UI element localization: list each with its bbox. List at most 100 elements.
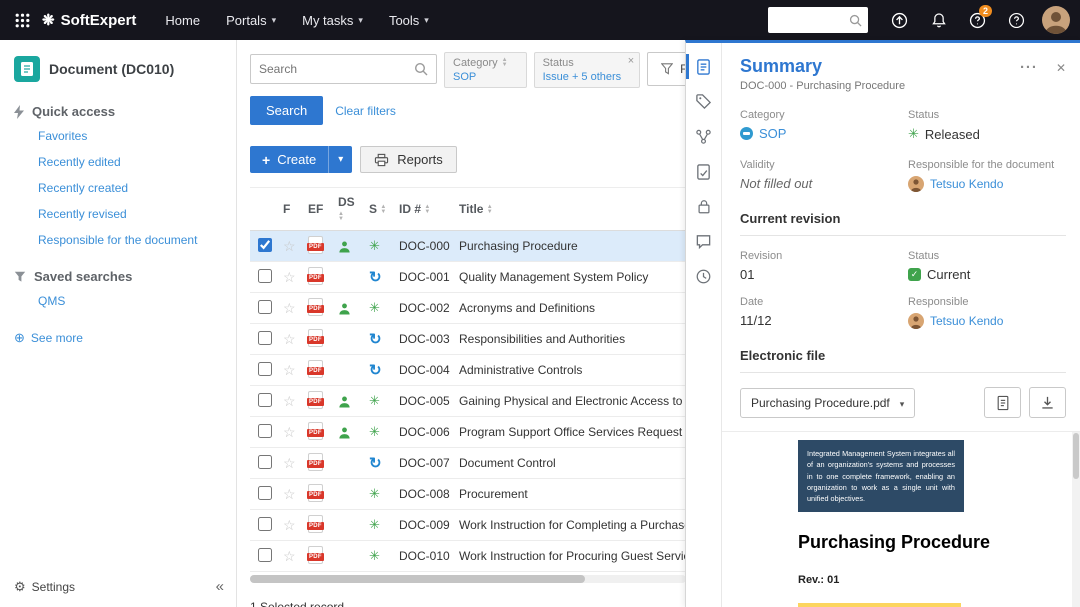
- help-icon[interactable]: [997, 0, 1036, 40]
- apps-grid-icon[interactable]: [6, 0, 38, 40]
- pdf-file-icon[interactable]: [308, 546, 323, 564]
- pdf-file-icon[interactable]: [308, 515, 323, 533]
- favorite-star-icon[interactable]: ☆: [283, 455, 296, 471]
- favorite-star-icon[interactable]: ☆: [283, 486, 296, 502]
- tab-workflow-icon[interactable]: [686, 119, 721, 154]
- global-search-input[interactable]: [774, 13, 849, 27]
- scrollbar-thumb[interactable]: [250, 575, 585, 583]
- favorite-star-icon[interactable]: ☆: [283, 300, 296, 316]
- table-row[interactable]: ☆ ↻ DOC-001 Quality Management System Po…: [250, 262, 685, 293]
- table-row[interactable]: ☆ ✳ DOC-006 Program Support Office Servi…: [250, 417, 685, 448]
- category-value-link[interactable]: SOP: [759, 126, 786, 141]
- nav-my-tasks[interactable]: My tasks: [289, 0, 376, 40]
- settings-button[interactable]: Settings: [14, 579, 75, 595]
- create-dropdown-caret[interactable]: [328, 146, 352, 173]
- favorite-star-icon[interactable]: ☆: [283, 238, 296, 254]
- sidebar-item-responsible[interactable]: Responsible for the document: [38, 233, 236, 247]
- tab-security-icon[interactable]: [686, 189, 721, 224]
- responsible-name-link[interactable]: Tetsuo Kendo: [930, 314, 1003, 328]
- tab-comments-icon[interactable]: [686, 224, 721, 259]
- sidebar-item-qms[interactable]: QMS: [38, 294, 236, 308]
- row-checkbox[interactable]: [258, 424, 272, 438]
- row-checkbox[interactable]: [258, 269, 272, 283]
- row-title[interactable]: Procurement: [456, 479, 685, 510]
- table-row[interactable]: ☆ ✳ DOC-008 Procurement: [250, 479, 685, 510]
- header-status[interactable]: S: [366, 188, 396, 231]
- horizontal-scrollbar[interactable]: [250, 575, 685, 583]
- preview-scrollbar-thumb[interactable]: [1073, 433, 1079, 479]
- favorite-star-icon[interactable]: ☆: [283, 331, 296, 347]
- row-checkbox[interactable]: [258, 331, 272, 345]
- row-title[interactable]: Quality Management System Policy: [456, 262, 685, 293]
- row-checkbox[interactable]: [258, 486, 272, 500]
- favorite-star-icon[interactable]: ☆: [283, 548, 296, 564]
- download-file-button[interactable]: [1029, 387, 1066, 418]
- file-select-dropdown[interactable]: Purchasing Procedure.pdf: [740, 388, 915, 418]
- table-row[interactable]: ☆ ✳ DOC-005 Gaining Physical and Electro…: [250, 386, 685, 417]
- more-options-icon[interactable]: [1020, 59, 1038, 77]
- pdf-file-icon[interactable]: [308, 298, 323, 316]
- row-checkbox[interactable]: [258, 548, 272, 562]
- table-row[interactable]: ☆ ✳ DOC-009 Work Instruction for Complet…: [250, 510, 685, 541]
- row-title[interactable]: Program Support Office Services Request …: [456, 417, 685, 448]
- header-id[interactable]: ID #: [396, 188, 456, 231]
- responsible-name-link[interactable]: Tetsuo Kendo: [930, 177, 1003, 191]
- header-favorite[interactable]: F: [280, 188, 305, 231]
- table-row[interactable]: ☆ ↻ DOC-004 Administrative Controls: [250, 355, 685, 386]
- collapse-sidebar-icon[interactable]: [216, 578, 224, 596]
- filter-chip-status[interactable]: Status Issue + 5 others: [534, 52, 641, 88]
- search-button[interactable]: Search: [250, 96, 323, 125]
- row-title[interactable]: Work Instruction for Completing a Purcha…: [456, 510, 685, 541]
- header-title[interactable]: Title: [456, 188, 685, 231]
- sidebar-item-recently-revised[interactable]: Recently revised: [38, 207, 236, 221]
- table-row[interactable]: ☆ ✳ DOC-002 Acronyms and Definitions: [250, 293, 685, 324]
- preview-scrollbar[interactable]: [1072, 432, 1080, 607]
- favorite-star-icon[interactable]: ☆: [283, 424, 296, 440]
- assistant-icon[interactable]: 2: [958, 0, 997, 40]
- see-more-link[interactable]: See more: [14, 330, 236, 346]
- row-checkbox[interactable]: [258, 300, 272, 314]
- pdf-file-icon[interactable]: [308, 360, 323, 378]
- favorite-star-icon[interactable]: ☆: [283, 517, 296, 533]
- row-title[interactable]: Purchasing Procedure: [456, 231, 685, 262]
- row-title[interactable]: Administrative Controls: [456, 355, 685, 386]
- nav-tools[interactable]: Tools: [376, 0, 442, 40]
- row-checkbox[interactable]: [258, 517, 272, 531]
- header-digital-signature[interactable]: DS: [335, 188, 366, 231]
- header-electronic-file[interactable]: EF: [305, 188, 335, 231]
- close-panel-icon[interactable]: [1056, 59, 1066, 77]
- remove-filter-icon[interactable]: [628, 55, 634, 67]
- table-row[interactable]: ☆ ↻ DOC-003 Responsibilities and Authori…: [250, 324, 685, 355]
- row-checkbox[interactable]: [258, 455, 272, 469]
- clear-filters-link[interactable]: Clear filters: [335, 104, 396, 118]
- row-title[interactable]: Document Control: [456, 448, 685, 479]
- pdf-file-icon[interactable]: [308, 422, 323, 440]
- tab-revision-icon[interactable]: [686, 154, 721, 189]
- pdf-file-icon[interactable]: [308, 484, 323, 502]
- row-title[interactable]: Acronyms and Definitions: [456, 293, 685, 324]
- sidebar-item-recently-created[interactable]: Recently created: [38, 181, 236, 195]
- row-title[interactable]: Gaining Physical and Electronic Access t…: [456, 386, 685, 417]
- reports-button[interactable]: Reports: [360, 146, 457, 173]
- row-title[interactable]: Responsibilities and Authorities: [456, 324, 685, 355]
- nav-home[interactable]: Home: [152, 0, 213, 40]
- row-checkbox[interactable]: [258, 362, 272, 376]
- row-checkbox[interactable]: [258, 238, 272, 252]
- tab-summary-icon[interactable]: [686, 49, 721, 84]
- filter-chip-category[interactable]: Category SOP: [444, 52, 527, 88]
- view-file-button[interactable]: [984, 387, 1021, 418]
- tab-tag-icon[interactable]: [686, 84, 721, 119]
- favorite-star-icon[interactable]: ☆: [283, 393, 296, 409]
- table-row[interactable]: ☆ ✳ DOC-000 Purchasing Procedure: [250, 231, 685, 262]
- pdf-file-icon[interactable]: [308, 236, 323, 254]
- pdf-file-icon[interactable]: [308, 329, 323, 347]
- table-row[interactable]: ☆ ✳ DOC-010 Work Instruction for Procuri…: [250, 541, 685, 572]
- pdf-file-icon[interactable]: [308, 391, 323, 409]
- table-row[interactable]: ☆ ↻ DOC-007 Document Control: [250, 448, 685, 479]
- favorite-star-icon[interactable]: ☆: [283, 269, 296, 285]
- row-checkbox[interactable]: [258, 393, 272, 407]
- list-search-input[interactable]: [259, 62, 414, 76]
- row-title[interactable]: Work Instruction for Procuring Guest Ser…: [456, 541, 685, 572]
- filters-button[interactable]: Filters: [647, 52, 685, 86]
- create-button[interactable]: + Create: [250, 146, 328, 173]
